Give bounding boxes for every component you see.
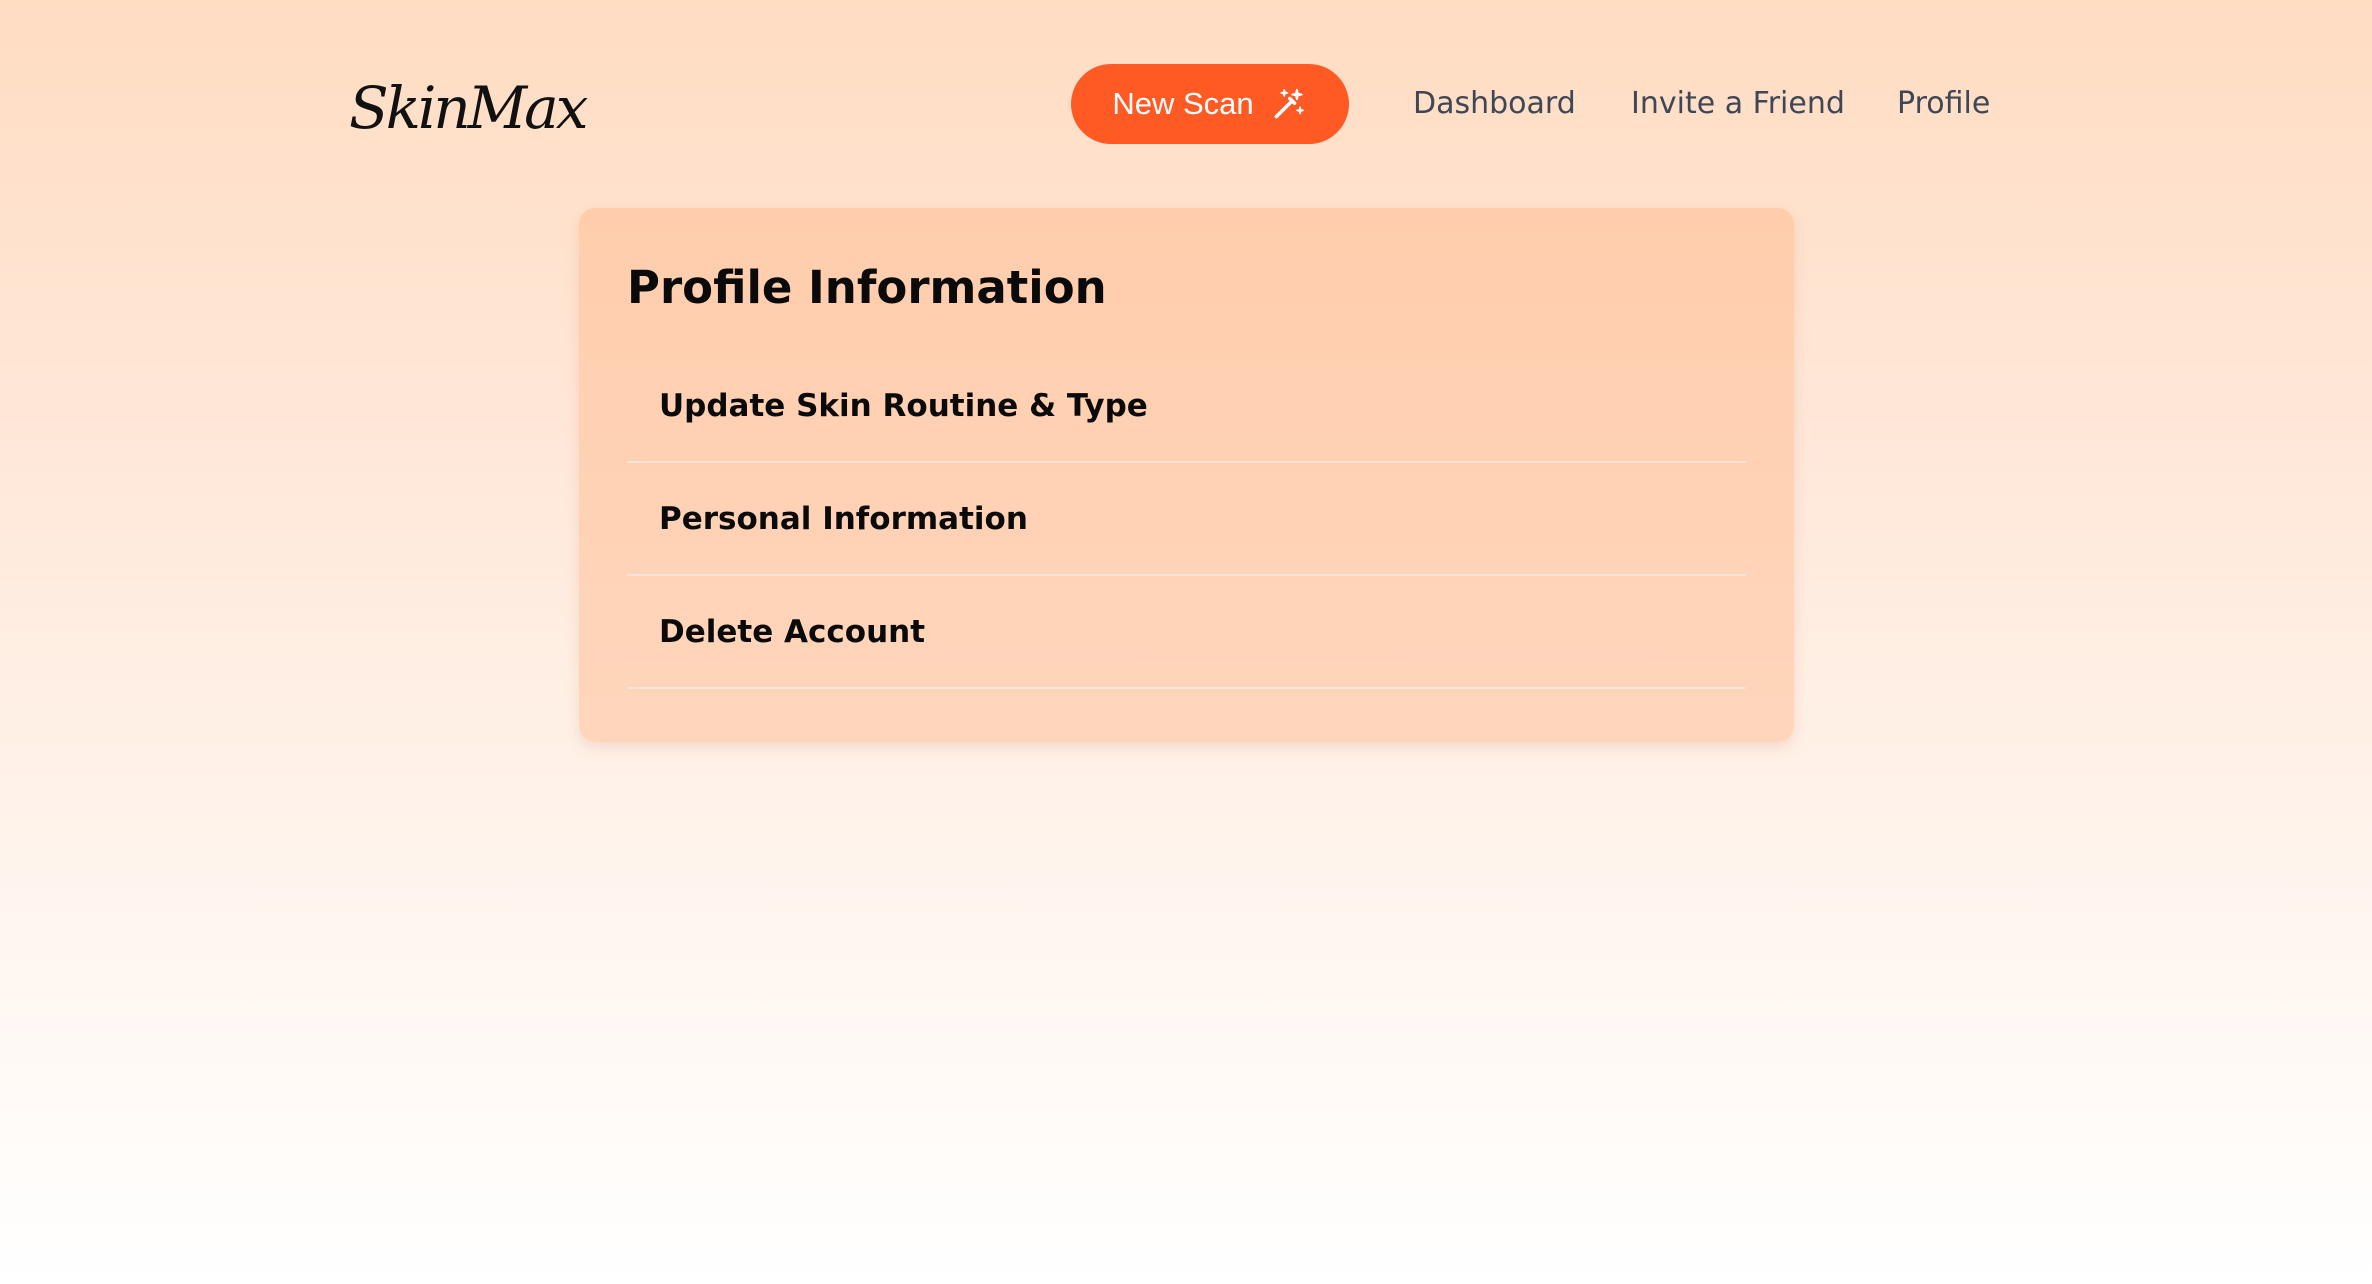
menu-item-label: Delete Account xyxy=(659,613,926,650)
menu-item-label: Personal Information xyxy=(659,500,1028,537)
nav-link-profile[interactable]: Profile xyxy=(1897,84,1990,124)
top-navbar: SkinMax New Scan Dashboard Invite a Frie… xyxy=(0,0,2372,200)
menu-item-label: Update Skin Routine & Type xyxy=(659,387,1148,424)
menu-item-update-skin-routine[interactable]: Update Skin Routine & Type xyxy=(627,350,1746,463)
menu-item-personal-information[interactable]: Personal Information xyxy=(627,463,1746,576)
new-scan-label: New Scan xyxy=(1112,86,1254,121)
new-scan-button[interactable]: New Scan xyxy=(1071,64,1349,144)
menu-item-delete-account[interactable]: Delete Account xyxy=(627,576,1746,689)
nav-link-invite-a-friend[interactable]: Invite a Friend xyxy=(1631,84,1845,124)
profile-information-card: Profile Information Update Skin Routine … xyxy=(579,208,1794,742)
magic-wand-sparkles-icon xyxy=(1270,85,1308,123)
profile-menu-list: Update Skin Routine & Type Personal Info… xyxy=(627,350,1746,689)
skinmax-logo[interactable]: SkinMax xyxy=(349,66,588,150)
nav-link-dashboard[interactable]: Dashboard xyxy=(1413,84,1576,124)
card-title: Profile Information xyxy=(627,261,1107,314)
